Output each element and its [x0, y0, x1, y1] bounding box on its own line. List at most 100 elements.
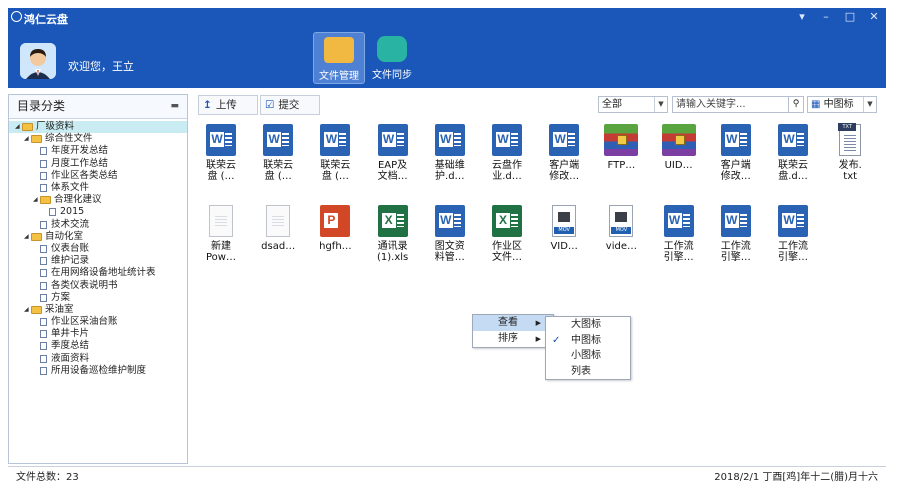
tree-item[interactable]: 维护记录 — [15, 255, 187, 267]
context-menu-view[interactable]: 查看 ▶ — [473, 315, 553, 331]
close-icon[interactable]: ✕ — [868, 8, 880, 26]
nav-label: 文件管理 — [319, 71, 359, 82]
filter-value: 全部 — [602, 99, 622, 110]
search-input[interactable]: 请输入关键字... — [672, 96, 790, 113]
avatar[interactable] — [20, 43, 56, 79]
menu-dropdown-icon[interactable]: ▾ — [796, 8, 808, 26]
file-item[interactable]: 联荣云 盘.d… — [766, 124, 820, 182]
file-item[interactable]: 客户端 修改… — [537, 124, 591, 182]
file-name: 基础维 护.d… — [434, 160, 465, 182]
tree-item[interactable]: ◢ 合理化建议 — [15, 194, 187, 206]
file-item[interactable]: 客户端 修改… — [709, 124, 763, 182]
file-item[interactable]: 联荣云 盘 (… — [308, 124, 362, 182]
file-item[interactable]: EAP及 文档… — [366, 124, 420, 182]
tree-item[interactable]: 在用网络设备地址统计表 — [15, 267, 187, 279]
submenu-list[interactable]: 列表 — [546, 364, 630, 380]
file-item[interactable]: 云盘作 业.d… — [480, 124, 534, 182]
view-mode-value: 中图标 — [823, 99, 854, 110]
file-item[interactable]: 联荣云 盘 (… — [194, 124, 248, 182]
file-item[interactable]: dsad… — [251, 205, 305, 252]
view-submenu: 大图标 ✓ 中图标 小图标 列表 — [545, 316, 631, 380]
upload-label: 上传 — [215, 99, 237, 111]
tree-item[interactable]: 月度工作总结 — [15, 158, 187, 170]
tree-item[interactable]: 技术交流 — [15, 219, 187, 231]
file-name: EAP及 文档… — [377, 160, 408, 182]
title-bar: 鸿仁云盘 ▾ – □ ✕ — [8, 8, 886, 26]
tree-item[interactable]: 2015 — [15, 206, 187, 218]
tree-item-label: 仪表台账 — [51, 242, 90, 254]
tree-item[interactable]: ◢ 自动化室 — [15, 231, 187, 243]
file-item[interactable]: 图文资 料管… — [423, 205, 477, 263]
folder-icon — [31, 135, 42, 144]
file-item[interactable]: hgfh… — [308, 205, 362, 252]
tree-item[interactable]: ◢ 采油室 — [15, 304, 187, 316]
tree-item[interactable]: 仪表台账 — [15, 243, 187, 255]
tree-item[interactable]: 季度总结 — [15, 340, 187, 352]
upload-button[interactable]: ↥ 上传 — [198, 95, 258, 115]
file-item[interactable]: 作业区 文件… — [480, 205, 534, 263]
submenu-small-icons[interactable]: 小图标 — [546, 348, 630, 364]
expand-toggle-icon[interactable]: ◢ — [33, 194, 40, 206]
chevron-right-icon: ▶ — [535, 335, 541, 343]
file-item[interactable]: 基础维 护.d… — [423, 124, 477, 182]
file-name: 联荣云 盘 (… — [206, 160, 236, 182]
tree-item[interactable]: 液面资料 — [15, 353, 187, 365]
tree-item[interactable]: 作业区各类总结 — [15, 170, 187, 182]
tree-item[interactable]: ◢ 厂级资料 — [9, 121, 187, 134]
tree-item[interactable]: ◢ 综合性文件 — [15, 133, 187, 145]
document-icon — [40, 244, 47, 253]
file-name: 作业区 文件… — [492, 241, 522, 263]
file-item[interactable]: 工作流 引擎… — [652, 205, 706, 263]
word-file-icon — [434, 124, 465, 156]
file-name: 发布. txt — [838, 160, 862, 182]
tree-item[interactable]: 年度开发总结 — [15, 145, 187, 157]
file-item[interactable]: 工作流 引擎… — [766, 205, 820, 263]
search-icon[interactable]: ⚲ — [788, 96, 804, 113]
file-item[interactable]: 发布. txt — [823, 123, 877, 182]
file-item[interactable]: 通讯录 (1).xls — [366, 205, 420, 263]
tree-item[interactable]: 体系文件 — [15, 182, 187, 194]
file-item[interactable]: UID… — [652, 124, 706, 171]
tree-item-label: 液面资料 — [51, 352, 90, 364]
expand-toggle-icon[interactable]: ◢ — [24, 304, 31, 316]
chevron-right-icon: ▶ — [535, 319, 541, 327]
file-item[interactable]: VID… — [537, 205, 591, 252]
document-icon — [40, 281, 47, 290]
tree-item[interactable]: 各类仪表说明书 — [15, 279, 187, 291]
tree-item[interactable]: 方案 — [15, 292, 187, 304]
minimize-icon[interactable]: – — [820, 8, 832, 26]
context-menu-sort[interactable]: 排序 ▶ — [473, 331, 553, 347]
submit-button[interactable]: ☑ 提交 — [260, 95, 320, 115]
directory-tree: ◢ 厂级资料 ◢ 综合性文件 年度开发总结 月度工作总结 作业区各类总结 体系文件 ◢ 合理化建议… — [9, 119, 187, 377]
submenu-medium-icons[interactable]: ✓ 中图标 — [546, 333, 630, 349]
submenu-label: 小图标 — [571, 350, 601, 361]
pin-icon[interactable]: ▬ — [170, 95, 179, 117]
filter-select[interactable]: 全部 ▼ — [598, 96, 668, 113]
document-icon — [40, 184, 47, 193]
file-item[interactable]: 联荣云 盘 (… — [251, 124, 305, 182]
document-icon — [40, 342, 47, 351]
tree-item[interactable]: 作业区采油台账 — [15, 316, 187, 328]
expand-toggle-icon[interactable]: ◢ — [24, 231, 31, 243]
file-item[interactable]: 工作流 引擎… — [709, 205, 763, 263]
nav-file-management-button[interactable]: 文件管理 — [313, 32, 365, 84]
submenu-large-icons[interactable]: 大图标 — [546, 317, 630, 333]
excel-file-icon — [377, 205, 408, 237]
nav-file-sync-button[interactable]: 文件同步 — [366, 32, 418, 84]
file-item[interactable]: FTP… — [594, 124, 648, 171]
file-name: 新建 Pow… — [206, 241, 236, 263]
file-name: 联荣云 盘 (… — [320, 160, 351, 182]
file-item[interactable]: vide… — [594, 205, 648, 252]
excel-file-icon — [492, 205, 522, 237]
expand-toggle-icon[interactable]: ◢ — [15, 121, 22, 133]
file-item[interactable]: 新建 Pow… — [194, 205, 248, 263]
file-name: UID… — [664, 160, 693, 171]
tree-item[interactable]: 单井卡片 — [15, 328, 187, 340]
tree-item[interactable]: 所用设备巡检维护制度 — [15, 365, 187, 377]
maximize-icon[interactable]: □ — [844, 8, 856, 26]
view-mode-select[interactable]: ▦ 中图标 ▼ — [807, 96, 877, 113]
expand-toggle-icon[interactable]: ◢ — [24, 133, 31, 145]
word-file-icon — [720, 124, 751, 156]
tree-item-label: 采油室 — [45, 303, 74, 315]
word-file-icon — [377, 124, 408, 156]
